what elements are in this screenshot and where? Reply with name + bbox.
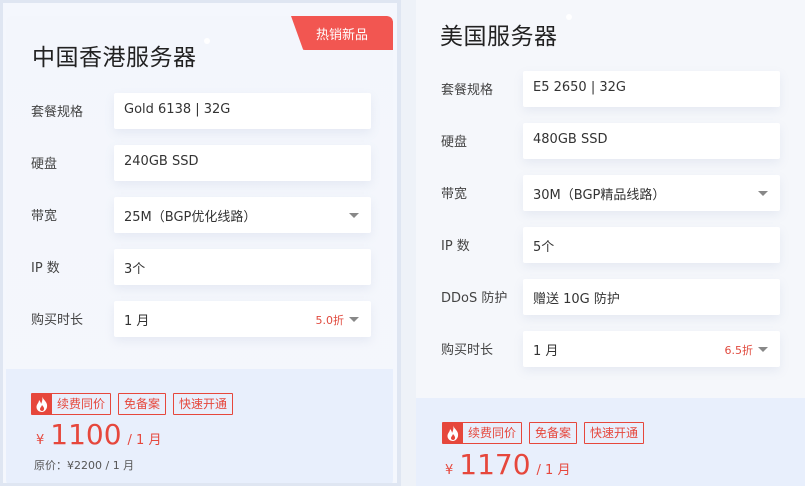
bandwidth-select[interactable]: 25M（BGP优化线路） <box>114 197 371 233</box>
price: ¥ 1170 / 1 月 <box>445 448 570 481</box>
bandwidth-select[interactable]: 30M（BGP精品线路） <box>523 175 780 211</box>
duration-value: 1 月 <box>124 314 150 329</box>
product-card-hk: 中国香港服务器 热销新品 套餐规格 Gold 6138 | 32G 硬盘 240… <box>0 0 401 486</box>
tag-renewal: 续费同价 <box>442 422 523 444</box>
currency-symbol: ¥ <box>36 433 45 448</box>
ip-value: 5个 <box>533 240 555 255</box>
price-unit: / 1 月 <box>127 433 162 448</box>
ip-row: IP 数 5个 <box>416 227 805 263</box>
bandwidth-value: 30M（BGP精品线路） <box>533 188 666 203</box>
price-area: 续费同价 免备案 快速开通 ¥ 1100 / 1 月 原价：¥2200 / 1 … <box>6 369 393 483</box>
fire-icon <box>443 423 463 443</box>
spec-row: 套餐规格 Gold 6138 | 32G <box>6 93 393 129</box>
ip-field[interactable]: 3个 <box>114 249 371 285</box>
bandwidth-label: 带宽 <box>31 209 58 224</box>
spec-row: 套餐规格 E5 2650 | 32G <box>416 71 805 107</box>
price: ¥ 1100 / 1 月 <box>36 418 161 451</box>
title-decoration <box>204 38 210 44</box>
currency-symbol: ¥ <box>445 463 454 478</box>
disk-row: 硬盘 240GB SSD <box>6 145 393 181</box>
ddos-value: 赠送 10G 防护 <box>533 292 620 307</box>
caret-down-icon <box>349 213 359 218</box>
card-title: 中国香港服务器 <box>32 45 197 71</box>
discount-label: 5.0折 <box>315 314 345 327</box>
duration-label: 购买时长 <box>31 313 84 328</box>
tag-label: 续费同价 <box>57 397 106 411</box>
product-card-us: 美国服务器 套餐规格 E5 2650 | 32G 硬盘 480GB SSD 带宽… <box>416 0 805 486</box>
caret-down-icon <box>349 317 359 322</box>
tag-fast-setup: 快速开通 <box>173 393 234 415</box>
tag-renewal: 续费同价 <box>31 393 112 415</box>
tag-no-filing: 免备案 <box>118 393 167 415</box>
ip-label: IP 数 <box>441 239 470 254</box>
disk-row: 硬盘 480GB SSD <box>416 123 805 159</box>
duration-value: 1 月 <box>533 344 559 359</box>
price-unit: / 1 月 <box>536 463 571 478</box>
spec-label: 套餐规格 <box>441 83 494 98</box>
price-value: 1170 <box>459 448 531 481</box>
bandwidth-value: 25M（BGP优化线路） <box>124 210 257 225</box>
bandwidth-row: 带宽 30M（BGP精品线路） <box>416 175 805 211</box>
title-decoration <box>566 14 572 20</box>
tag-list: 续费同价 免备案 快速开通 <box>31 393 234 415</box>
price-value: 1100 <box>50 418 122 451</box>
ip-row: IP 数 3个 <box>6 249 393 285</box>
spec-value: E5 2650 | 32G <box>533 80 626 95</box>
disk-value: 480GB SSD <box>533 132 608 147</box>
caret-down-icon <box>758 191 768 196</box>
disk-label: 硬盘 <box>31 157 58 172</box>
tag-list: 续费同价 免备案 快速开通 <box>442 422 645 444</box>
ddos-label: DDoS 防护 <box>441 291 508 306</box>
ip-label: IP 数 <box>31 261 60 276</box>
duration-select[interactable]: 1 月 5.0折 <box>114 301 371 337</box>
original-price: 原价：¥2200 / 1 月 <box>34 459 135 472</box>
spec-field[interactable]: E5 2650 | 32G <box>523 71 780 107</box>
card-body: 中国香港服务器 热销新品 套餐规格 Gold 6138 | 32G 硬盘 240… <box>6 16 393 483</box>
duration-row: 购买时长 1 月 6.5折 <box>416 331 805 367</box>
ddos-field[interactable]: 赠送 10G 防护 <box>523 279 780 315</box>
tag-fast-setup: 快速开通 <box>584 422 645 444</box>
ddos-row: DDoS 防护 赠送 10G 防护 <box>416 279 805 315</box>
duration-select[interactable]: 1 月 6.5折 <box>523 331 780 367</box>
bandwidth-row: 带宽 25M（BGP优化线路） <box>6 197 393 233</box>
duration-label: 购买时长 <box>441 343 494 358</box>
disk-label: 硬盘 <box>441 135 468 150</box>
fire-icon <box>32 394 52 414</box>
hot-badge: 热销新品 <box>291 16 393 50</box>
bandwidth-label: 带宽 <box>441 187 468 202</box>
caret-down-icon <box>758 347 768 352</box>
tag-no-filing: 免备案 <box>529 422 578 444</box>
tag-label: 续费同价 <box>468 426 517 440</box>
disk-field[interactable]: 480GB SSD <box>523 123 780 159</box>
ip-field[interactable]: 5个 <box>523 227 780 263</box>
ip-value: 3个 <box>124 262 146 277</box>
disk-value: 240GB SSD <box>124 154 199 169</box>
spec-value: Gold 6138 | 32G <box>124 102 231 117</box>
duration-row: 购买时长 1 月 5.0折 <box>6 301 393 337</box>
card-title: 美国服务器 <box>440 24 558 50</box>
price-area: 续费同价 免备案 快速开通 ¥ 1170 / 1 月 <box>416 398 805 486</box>
spec-label: 套餐规格 <box>31 105 84 120</box>
disk-field[interactable]: 240GB SSD <box>114 145 371 181</box>
discount-label: 6.5折 <box>724 344 754 357</box>
spec-field[interactable]: Gold 6138 | 32G <box>114 93 371 129</box>
